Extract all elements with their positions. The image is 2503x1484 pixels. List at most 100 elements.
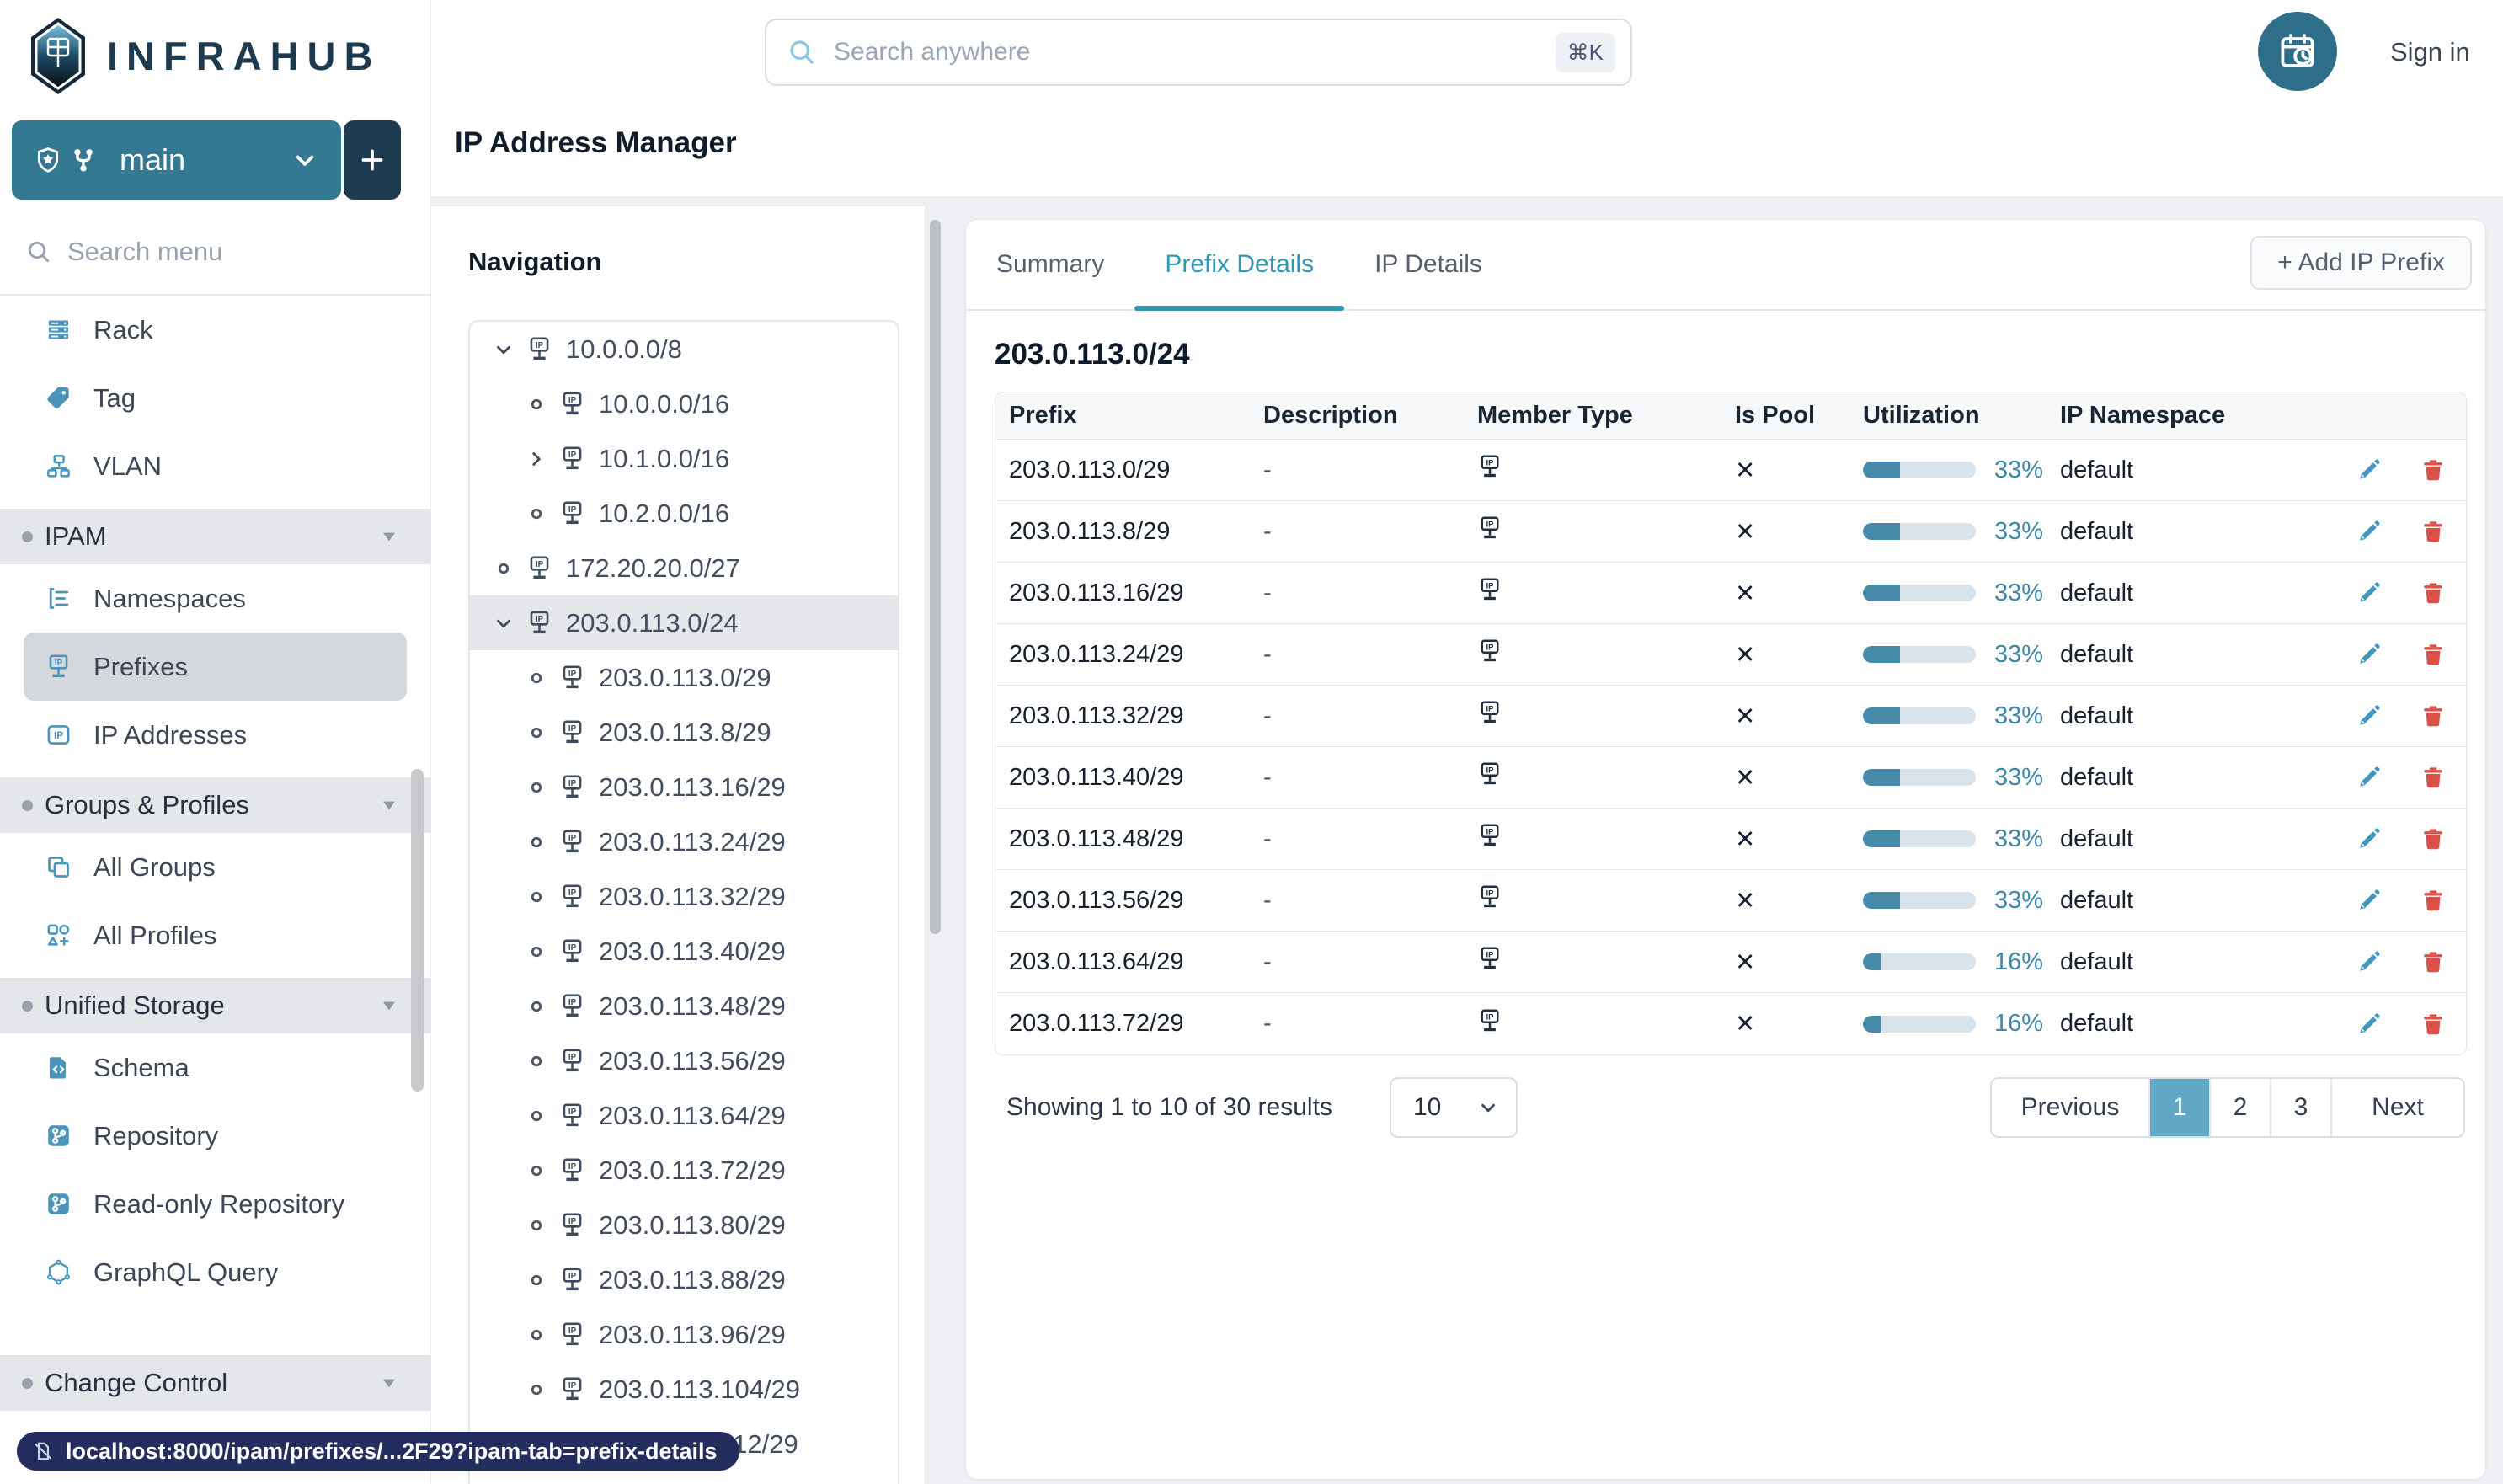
pencil-icon[interactable] — [2356, 765, 2382, 790]
tree-item-203-0-113-48-29[interactable]: IP 203.0.113.48/29 — [470, 979, 898, 1033]
sidebar-item-rack[interactable]: Rack — [24, 296, 407, 364]
tree-item-203-0-113-0-29[interactable]: IP 203.0.113.0/29 — [470, 650, 898, 705]
pencil-icon[interactable] — [2356, 1012, 2382, 1037]
table-row[interactable]: 203.0.113.72/29 - IP ✕ 16% default — [995, 993, 2466, 1054]
tree-item-203-0-113-56-29[interactable]: IP 203.0.113.56/29 — [470, 1033, 898, 1088]
circle-marker-icon[interactable] — [526, 886, 547, 908]
tree-item-203-0-113-24-29[interactable]: IP 203.0.113.24/29 — [470, 814, 898, 869]
sidebar-section-unified-storage[interactable]: Unified Storage — [0, 978, 430, 1033]
circle-marker-icon[interactable] — [526, 667, 547, 689]
chevron-down-icon[interactable] — [493, 612, 515, 634]
circle-marker-icon[interactable] — [526, 1160, 547, 1182]
previous-page-button[interactable]: Previous — [1992, 1079, 2148, 1136]
tree-item-203-0-113-0-24[interactable]: IP 203.0.113.0/24 — [470, 595, 898, 650]
add-branch-button[interactable] — [344, 120, 401, 200]
sidebar-item-tag[interactable]: Tag — [24, 364, 407, 432]
chevron-down-icon[interactable] — [493, 339, 515, 360]
pencil-icon[interactable] — [2356, 519, 2382, 544]
sidebar-item-all-groups[interactable]: All Groups — [24, 833, 407, 901]
sidebar-item-ip-addresses[interactable]: IP IP Addresses — [24, 701, 407, 769]
circle-marker-icon[interactable] — [526, 722, 547, 744]
circle-marker-icon[interactable] — [526, 1269, 547, 1291]
tree-item-203-0-113-80-29[interactable]: IP 203.0.113.80/29 — [470, 1198, 898, 1252]
trash-icon[interactable] — [2420, 765, 2446, 790]
tree-item-203-0-113-96-29[interactable]: IP 203.0.113.96/29 — [470, 1307, 898, 1362]
global-search-input[interactable] — [834, 38, 1556, 67]
sidebar-section-change-control[interactable]: Change Control — [0, 1355, 430, 1411]
trash-icon[interactable] — [2420, 826, 2446, 851]
time-travel-button[interactable] — [2258, 12, 2337, 91]
circle-marker-icon[interactable] — [526, 941, 547, 963]
pencil-icon[interactable] — [2356, 703, 2382, 729]
tree-item-203-0-113-104-29[interactable]: IP 203.0.113.104/29 — [470, 1362, 898, 1417]
circle-marker-icon[interactable] — [526, 1214, 547, 1236]
tab-ip-details[interactable]: IP Details — [1344, 220, 1513, 309]
tree-item-203-0-113-72-29[interactable]: IP 203.0.113.72/29 — [470, 1143, 898, 1198]
add-ip-prefix-button[interactable]: + Add IP Prefix — [2250, 236, 2472, 290]
table-row[interactable]: 203.0.113.56/29 - IP ✕ 33% default — [995, 870, 2466, 932]
sidebar-item-all-profiles[interactable]: All Profiles — [24, 901, 407, 969]
table-row[interactable]: 203.0.113.48/29 - IP ✕ 33% default — [995, 809, 2466, 870]
circle-marker-icon[interactable] — [526, 777, 547, 798]
sidebar-item-vlan[interactable]: VLAN — [24, 432, 407, 500]
page-button-1[interactable]: 1 — [2148, 1079, 2209, 1136]
trash-icon[interactable] — [2420, 457, 2446, 483]
tab-summary[interactable]: Summary — [966, 220, 1134, 309]
pencil-icon[interactable] — [2356, 642, 2382, 667]
circle-marker-icon[interactable] — [526, 393, 547, 415]
circle-marker-icon[interactable] — [526, 503, 547, 525]
navigation-scrollbar-thumb[interactable] — [930, 220, 941, 934]
trash-icon[interactable] — [2420, 888, 2446, 913]
trash-icon[interactable] — [2420, 519, 2446, 544]
sidebar-section-ipam[interactable]: IPAM — [0, 509, 430, 564]
trash-icon[interactable] — [2420, 703, 2446, 729]
global-search[interactable]: ⌘K — [765, 19, 1632, 86]
pencil-icon[interactable] — [2356, 457, 2382, 483]
next-page-button[interactable]: Next — [2330, 1079, 2463, 1136]
menu-search-input[interactable] — [67, 237, 430, 267]
sign-in-link[interactable]: Sign in — [2390, 37, 2470, 67]
chevron-right-icon[interactable] — [526, 448, 547, 470]
tree-item-10-2-0-0-16[interactable]: IP 10.2.0.0/16 — [470, 486, 898, 541]
table-row[interactable]: 203.0.113.16/29 - IP ✕ 33% default — [995, 563, 2466, 624]
circle-marker-icon[interactable] — [526, 831, 547, 853]
table-row[interactable]: 203.0.113.0/29 - IP ✕ 33% default — [995, 440, 2466, 501]
trash-icon[interactable] — [2420, 642, 2446, 667]
tree-item-10-0-0-0-16[interactable]: IP 10.0.0.0/16 — [470, 376, 898, 431]
tree-item-203-0-113-16-29[interactable]: IP 203.0.113.16/29 — [470, 760, 898, 814]
tab-prefix-details[interactable]: Prefix Details — [1134, 220, 1344, 311]
pencil-icon[interactable] — [2356, 580, 2382, 606]
tree-item-203-0-113-120-29[interactable]: IP203.0.113.120/29 — [470, 1471, 898, 1484]
tree-item-203-0-113-88-29[interactable]: IP 203.0.113.88/29 — [470, 1252, 898, 1307]
sidebar-item-schema[interactable]: Schema — [24, 1033, 407, 1102]
sidebar-item-repository[interactable]: Repository — [24, 1102, 407, 1170]
page-size-select[interactable]: 10 — [1390, 1077, 1518, 1138]
trash-icon[interactable] — [2420, 1012, 2446, 1037]
page-button-3[interactable]: 3 — [2270, 1079, 2330, 1136]
menu-search[interactable] — [0, 210, 430, 294]
table-row[interactable]: 203.0.113.64/29 - IP ✕ 16% default — [995, 932, 2466, 993]
circle-marker-icon[interactable] — [526, 1105, 547, 1127]
pencil-icon[interactable] — [2356, 826, 2382, 851]
table-row[interactable]: 203.0.113.24/29 - IP ✕ 33% default — [995, 624, 2466, 686]
tree-item-10-1-0-0-16[interactable]: IP 10.1.0.0/16 — [470, 431, 898, 486]
page-button-2[interactable]: 2 — [2209, 1079, 2270, 1136]
table-row[interactable]: 203.0.113.8/29 - IP ✕ 33% default — [995, 501, 2466, 563]
circle-marker-icon[interactable] — [526, 1050, 547, 1072]
tree-item-203-0-113-8-29[interactable]: IP 203.0.113.8/29 — [470, 705, 898, 760]
circle-marker-icon[interactable] — [526, 996, 547, 1017]
brand-logo[interactable]: INFRAHUB — [0, 0, 430, 101]
sidebar-scrollbar-thumb[interactable] — [411, 769, 424, 1092]
tree-item-172-20-20-0-27[interactable]: IP 172.20.20.0/27 — [470, 541, 898, 595]
branch-selector[interactable]: main — [12, 120, 341, 200]
trash-icon[interactable] — [2420, 580, 2446, 606]
trash-icon[interactable] — [2420, 949, 2446, 974]
pencil-icon[interactable] — [2356, 888, 2382, 913]
sidebar-section-groups-profiles[interactable]: Groups & Profiles — [0, 777, 430, 833]
circle-marker-icon[interactable] — [493, 558, 515, 579]
tree-item-203-0-113-40-29[interactable]: IP 203.0.113.40/29 — [470, 924, 898, 979]
table-row[interactable]: 203.0.113.32/29 - IP ✕ 33% default — [995, 686, 2466, 747]
tree-item-203-0-113-32-29[interactable]: IP 203.0.113.32/29 — [470, 869, 898, 924]
sidebar-item-namespaces[interactable]: Namespaces — [24, 564, 407, 633]
pencil-icon[interactable] — [2356, 949, 2382, 974]
